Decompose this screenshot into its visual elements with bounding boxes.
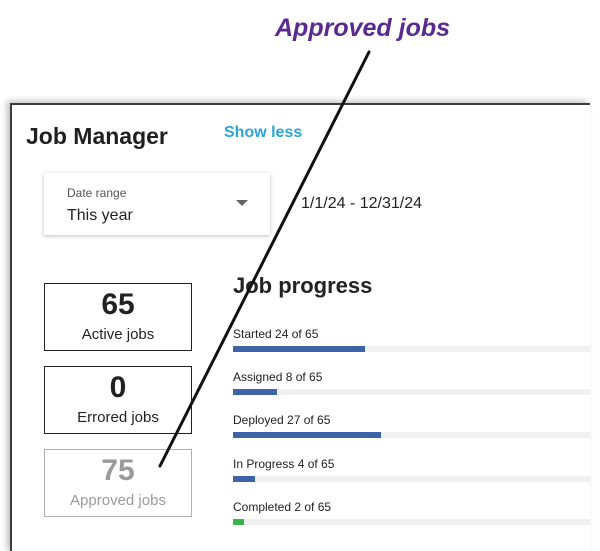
progress-label: In Progress 4 of 65 [233, 457, 335, 471]
job-manager-panel: Job Manager Show less Date range This ye… [10, 103, 590, 551]
chevron-down-icon[interactable] [236, 200, 248, 206]
errored-jobs-count: 0 [109, 371, 127, 404]
progress-fill [233, 519, 245, 525]
approved-jobs-card[interactable]: 75 Approved jobs [44, 449, 192, 517]
active-jobs-label: Active jobs [81, 326, 155, 343]
progress-track [233, 432, 590, 438]
show-less-link[interactable]: Show less [224, 124, 302, 142]
progress-fill [233, 346, 365, 352]
screenshot-stage: Approved jobs Job Manager Show less Date… [0, 0, 600, 551]
callout-label: Approved jobs [275, 14, 451, 42]
job-progress-title: Job progress [233, 273, 373, 298]
errored-jobs-label: Errored jobs [77, 409, 159, 426]
date-range-value: This year [67, 207, 133, 224]
progress-row-started: Started 24 of 65 [233, 327, 590, 352]
progress-fill [233, 476, 256, 482]
errored-jobs-card[interactable]: 0 Errored jobs [44, 366, 192, 434]
progress-track [233, 389, 590, 395]
progress-row-in-progress: In Progress 4 of 65 [233, 457, 590, 482]
progress-track [233, 346, 590, 352]
progress-row-assigned: Assigned 8 of 65 [233, 370, 590, 395]
progress-row-completed: Completed 2 of 65 [233, 500, 590, 525]
progress-label: Assigned 8 of 65 [233, 370, 323, 384]
progress-fill [233, 389, 277, 395]
progress-track [233, 476, 590, 482]
approved-jobs-count: 75 [101, 454, 135, 487]
date-range-select[interactable]: Date range This year [44, 173, 270, 235]
progress-label: Completed 2 of 65 [233, 500, 332, 514]
page-title: Job Manager [26, 123, 168, 149]
date-range-label: Date range [67, 186, 127, 200]
progress-label: Deployed 27 of 65 [233, 413, 331, 427]
progress-label: Started 24 of 65 [233, 327, 319, 341]
progress-track [233, 519, 590, 525]
approved-jobs-label: Approved jobs [70, 492, 166, 509]
active-jobs-card[interactable]: 65 Active jobs [44, 283, 192, 351]
progress-row-deployed: Deployed 27 of 65 [233, 413, 590, 438]
date-range-text: 1/1/24 - 12/31/24 [301, 195, 422, 212]
active-jobs-count: 65 [101, 288, 135, 321]
progress-fill [233, 432, 382, 438]
